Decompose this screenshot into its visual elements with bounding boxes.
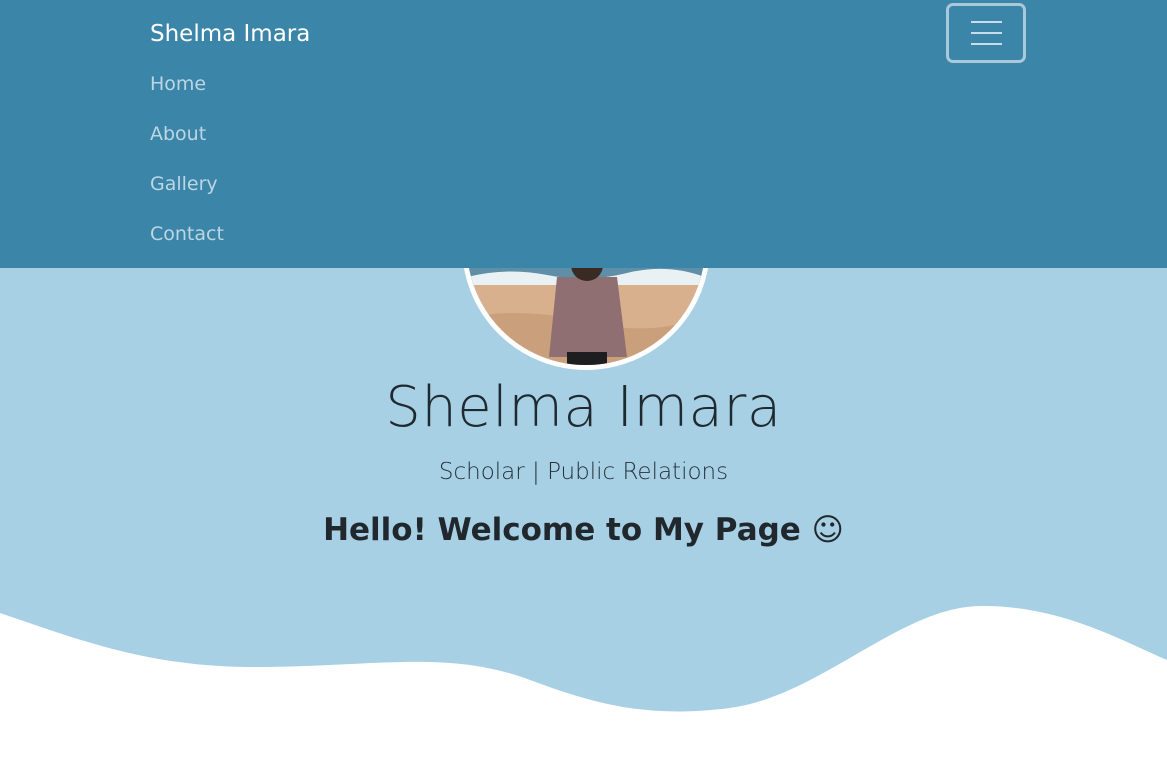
nav-link-contact[interactable]: Contact: [150, 216, 224, 252]
nav-item-contact: Contact: [150, 216, 224, 266]
nav-item-about: About: [150, 116, 224, 166]
hamburger-bar: [971, 43, 1002, 45]
nav-link-about[interactable]: About: [150, 116, 224, 152]
navbar: Shelma Imara Home About Gallery Contact: [0, 0, 1167, 268]
hamburger-bar: [971, 32, 1002, 34]
navbar-toggler-button[interactable]: [946, 3, 1026, 63]
navbar-brand[interactable]: Shelma Imara: [150, 18, 310, 50]
nav-item-gallery: Gallery: [150, 166, 224, 216]
nav-menu: Home About Gallery Contact: [150, 66, 224, 266]
nav-link-gallery[interactable]: Gallery: [150, 166, 224, 202]
nav-item-home: Home: [150, 66, 224, 116]
page: Shelma Imara Scholar | Public Relations …: [0, 0, 1167, 762]
nav-link-home[interactable]: Home: [150, 66, 224, 102]
hamburger-bar: [971, 21, 1002, 23]
